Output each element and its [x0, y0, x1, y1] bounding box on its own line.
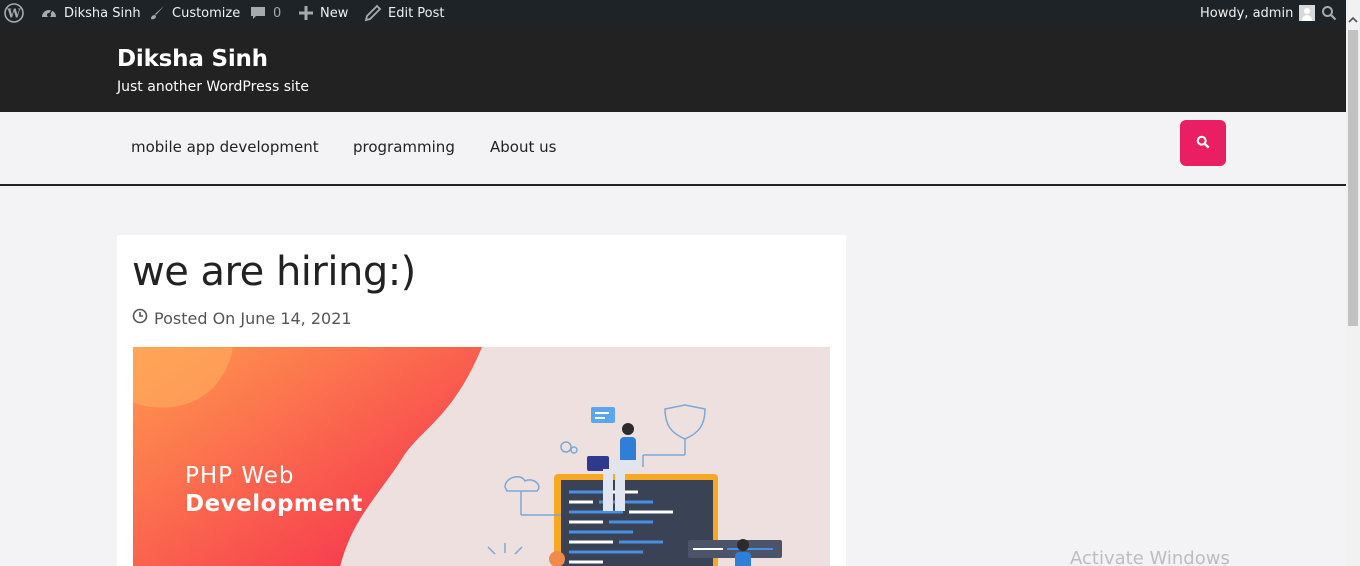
customize-label: Customize	[172, 5, 241, 21]
brush-icon	[148, 4, 166, 22]
featured-image[interactable]: PHP Web Development	[133, 347, 830, 566]
customize-link[interactable]: Customize	[148, 0, 240, 26]
nav-item-about-us[interactable]: About us	[490, 138, 556, 156]
post-title: we are hiring:)	[132, 249, 416, 295]
post-card: we are hiring:) Posted On June 14, 2021 …	[117, 235, 846, 566]
dashboard-icon	[40, 4, 58, 22]
comments-count: 0	[273, 5, 282, 21]
edit-post-link[interactable]: Edit Post	[364, 0, 445, 26]
page-scrollbar[interactable]	[1346, 0, 1360, 566]
site-tagline: Just another WordPress site	[117, 79, 310, 95]
admin-bar: W Diksha Sinh Customize 0 New Edit Post …	[0, 0, 1346, 26]
post-meta: Posted On June 14, 2021	[132, 308, 352, 328]
post-date: Posted On June 14, 2021	[154, 308, 352, 328]
comments-link[interactable]: 0	[249, 0, 281, 26]
plus-icon	[298, 5, 314, 21]
howdy-label: Howdy, admin	[1200, 5, 1294, 21]
clock-icon	[132, 308, 148, 328]
my-account-menu[interactable]: Howdy, admin	[1200, 0, 1316, 26]
avatar	[1299, 5, 1316, 21]
new-content-menu[interactable]: New	[298, 0, 348, 26]
activate-windows-watermark: Activate Windows	[1070, 548, 1230, 566]
primary-navigation: mobile app development programming About…	[0, 112, 1346, 186]
site-name-menu[interactable]: Diksha Sinh	[40, 0, 141, 26]
edit-post-label: Edit Post	[388, 5, 445, 21]
scroll-up-arrow-icon[interactable]	[1348, 10, 1358, 23]
new-label: New	[320, 5, 349, 21]
comment-icon	[249, 4, 267, 22]
search-icon	[1321, 5, 1337, 21]
image-text-line2: Development	[185, 491, 363, 517]
pencil-icon	[364, 4, 382, 22]
image-text-line1: PHP Web	[185, 463, 295, 489]
search-icon	[1196, 134, 1210, 153]
wordpress-logo-button[interactable]: W	[4, 0, 24, 26]
site-header: Diksha Sinh Just another WordPress site	[0, 26, 1346, 112]
nav-item-mobile-app-development[interactable]: mobile app development	[131, 138, 319, 156]
adminbar-search-button[interactable]	[1321, 0, 1337, 26]
site-title[interactable]: Diksha Sinh	[117, 46, 268, 72]
nav-item-programming[interactable]: programming	[353, 138, 455, 156]
header-search-button[interactable]	[1180, 120, 1226, 166]
svg-text:W: W	[6, 7, 21, 21]
scrollbar-thumb[interactable]	[1348, 30, 1358, 326]
featured-illustration: PHP Web Development	[133, 347, 830, 566]
wordpress-icon: W	[4, 3, 24, 23]
site-name-label: Diksha Sinh	[64, 5, 141, 21]
